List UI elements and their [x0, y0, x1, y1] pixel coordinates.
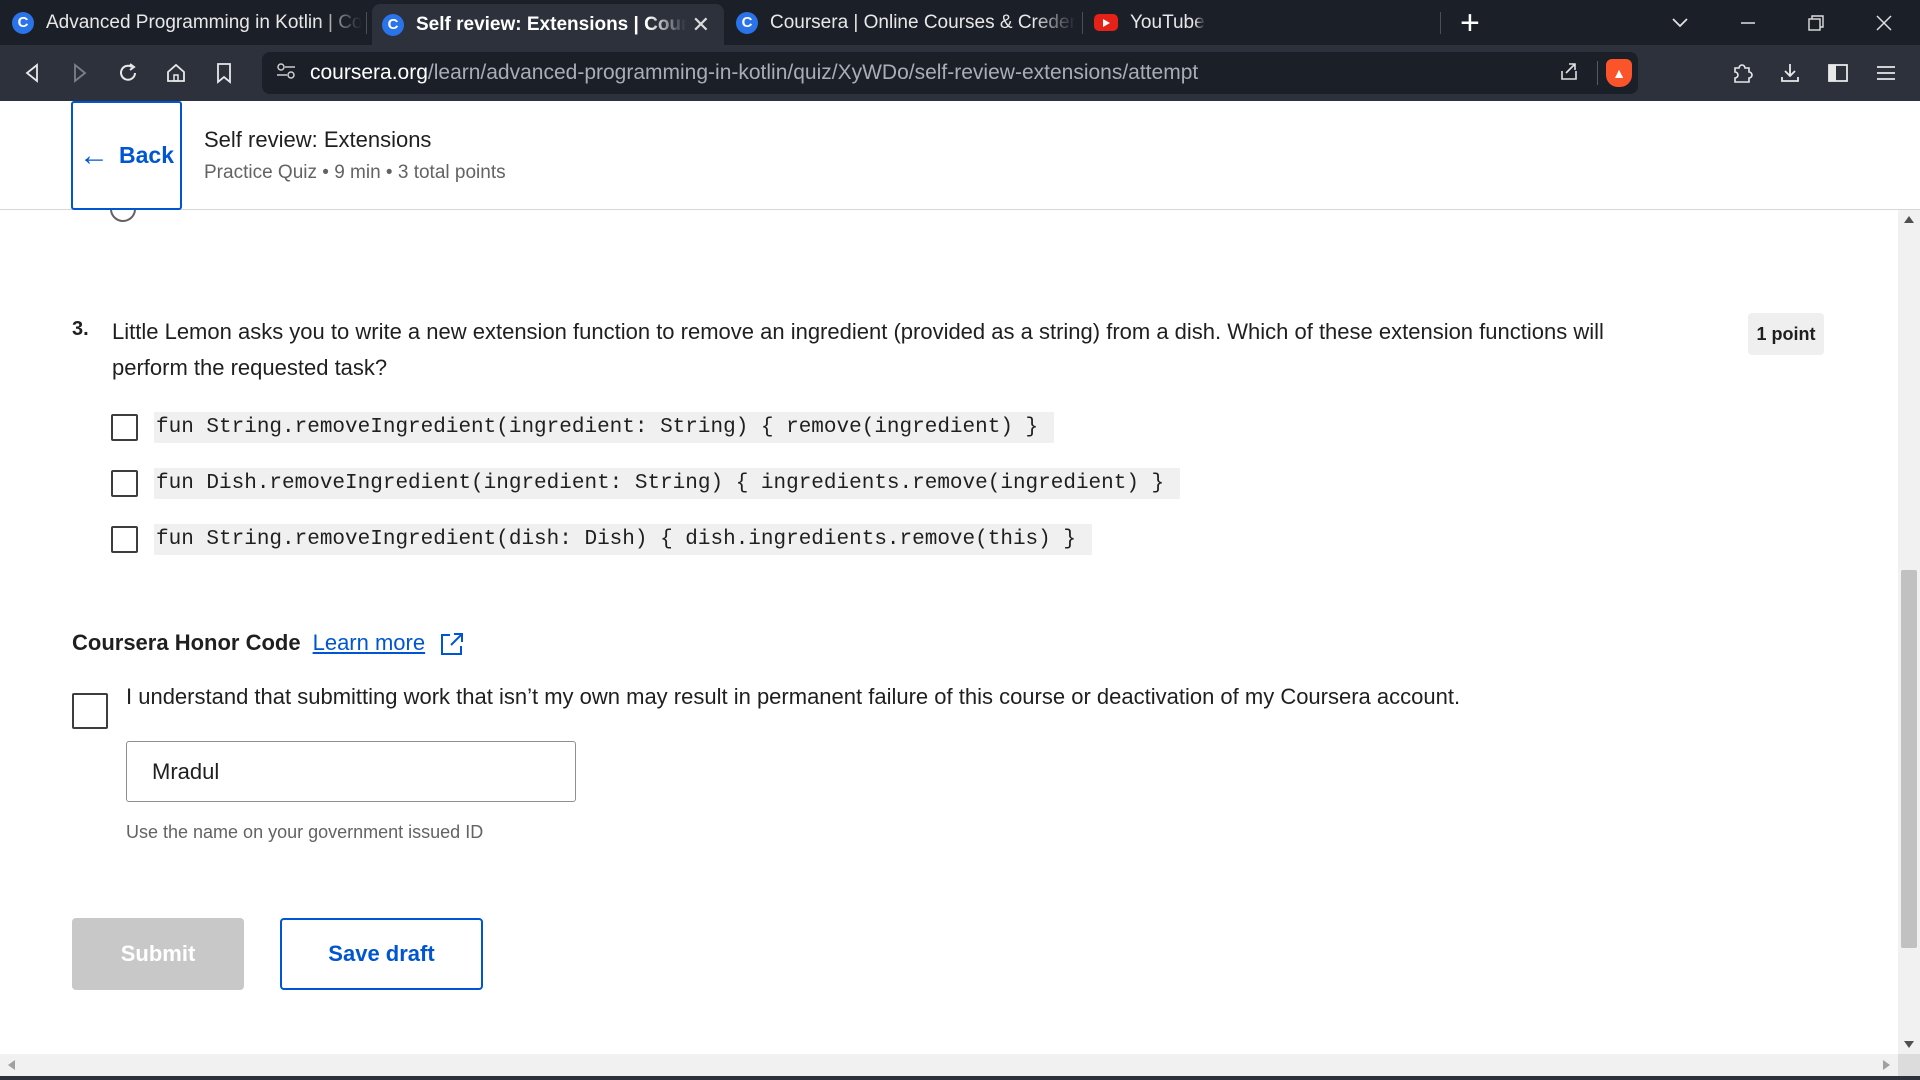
bookmark-button[interactable] — [206, 55, 242, 91]
url-domain: coursera.org — [310, 61, 428, 84]
vertical-scrollbar[interactable] — [1898, 210, 1920, 1054]
scrollbar-thumb[interactable] — [1901, 570, 1917, 948]
arrow-left-icon: ← — [79, 138, 109, 172]
forward-arrow-icon — [74, 63, 87, 83]
back-nav-button[interactable] — [14, 55, 50, 91]
close-tab-icon[interactable]: ✕ — [692, 12, 710, 38]
new-tab-button[interactable]: + — [1460, 6, 1480, 40]
coursera-icon: C — [382, 13, 404, 36]
bookmark-icon — [217, 63, 231, 84]
tab-title: YouTube — [1130, 11, 1205, 33]
brave-shields-icon[interactable]: ▲ — [1606, 59, 1632, 87]
youtube-icon — [1094, 14, 1118, 31]
legal-name-input[interactable] — [126, 741, 576, 802]
sidebar-button[interactable] — [1820, 55, 1856, 91]
url-path: /learn/advanced-programming-in-kotlin/qu… — [427, 61, 1199, 84]
points-badge: 1 point — [1748, 313, 1824, 355]
tab-coursera-home[interactable]: C Coursera | Online Courses & Credential… — [736, 0, 1076, 45]
option-code: fun String.removeIngredient(dish: Dish) … — [154, 524, 1092, 555]
reload-button[interactable] — [110, 55, 146, 91]
back-button[interactable]: ← Back — [71, 101, 182, 210]
scroll-up-arrow-icon[interactable] — [1904, 216, 1914, 223]
tab-youtube[interactable]: YouTube — [1094, 0, 1294, 45]
close-window-button[interactable] — [1856, 0, 1912, 45]
extensions-button[interactable] — [1724, 55, 1760, 91]
page-title: Self review: Extensions — [204, 127, 432, 152]
restore-icon — [1808, 14, 1824, 31]
address-bar[interactable]: coursera.org/learn/advanced-programming-… — [262, 52, 1638, 94]
tab-title: Self review: Extensions | Coursera — [416, 13, 686, 35]
option-checkbox[interactable] — [111, 526, 138, 553]
option-checkbox[interactable] — [111, 414, 138, 441]
coursera-icon: C — [12, 11, 34, 34]
scroll-right-arrow-icon[interactable] — [1883, 1060, 1890, 1070]
downloads-button[interactable] — [1772, 55, 1808, 91]
tab-separator — [366, 12, 367, 34]
honor-code-title: Coursera Honor Code — [72, 630, 301, 655]
back-arrow-icon — [25, 63, 38, 83]
question-text: Little Lemon asks you to write a new ext… — [112, 319, 1604, 380]
quiz-header: ← Back Self review: Extensions Practice … — [0, 101, 1920, 210]
back-label: Back — [119, 142, 174, 168]
address-bar-divider — [1597, 61, 1598, 85]
save-draft-button[interactable]: Save draft — [280, 918, 483, 990]
honor-code-heading: Coursera Honor Code Learn more — [72, 630, 464, 656]
answer-option-2[interactable]: fun Dish.removeIngredient(ingredient: St… — [111, 468, 1181, 499]
coursera-icon: C — [736, 11, 758, 34]
browser-tab-strip: C Advanced Programming in Kotlin | Cours… — [0, 0, 1920, 45]
share-icon[interactable] — [1558, 60, 1580, 88]
scroll-down-arrow-icon[interactable] — [1904, 1041, 1914, 1048]
honor-code-statement: I understand that submitting work that i… — [126, 684, 1461, 709]
external-link-icon[interactable] — [439, 631, 464, 655]
tab-separator — [1082, 12, 1083, 34]
restore-button[interactable] — [1788, 0, 1844, 45]
learn-more-link[interactable]: Learn more — [313, 630, 426, 656]
site-settings-icon[interactable] — [276, 62, 298, 84]
honor-code-checkbox[interactable] — [72, 693, 108, 729]
tab-list-button[interactable] — [1652, 0, 1708, 45]
previous-question-radio[interactable] — [110, 210, 136, 222]
tab-title: Advanced Programming in Kotlin | Courser… — [46, 11, 362, 33]
sidebar-icon — [1828, 64, 1848, 82]
window-bottom-edge — [0, 1076, 1920, 1080]
quiz-content: 3. Little Lemon asks you to write a new … — [0, 210, 1898, 1054]
puzzle-icon — [1734, 64, 1753, 83]
download-icon — [1781, 64, 1799, 82]
close-icon — [1876, 14, 1892, 31]
answer-option-3[interactable]: fun String.removeIngredient(dish: Dish) … — [111, 524, 1092, 555]
forward-nav-button[interactable] — [62, 55, 98, 91]
horizontal-scrollbar[interactable] — [0, 1054, 1898, 1076]
option-checkbox[interactable] — [111, 470, 138, 497]
chevron-down-icon — [1672, 17, 1688, 27]
menu-button[interactable] — [1868, 55, 1904, 91]
tab-title: Coursera | Online Courses & Credentials — [770, 11, 1076, 33]
minimize-button[interactable] — [1720, 0, 1776, 45]
option-code: fun String.removeIngredient(ingredient: … — [154, 412, 1055, 443]
tab-separator — [1440, 12, 1441, 34]
option-code: fun Dish.removeIngredient(ingredient: St… — [154, 468, 1181, 499]
url-text: coursera.org/learn/advanced-programming-… — [310, 61, 1198, 85]
home-button[interactable] — [158, 55, 194, 91]
quiz-meta: Practice Quiz • 9 min • 3 total points — [204, 162, 506, 183]
scrollbar-corner — [1898, 1054, 1920, 1076]
question-number: 3. — [72, 318, 89, 340]
tab-self-review[interactable]: C Self review: Extensions | Coursera ✕ — [372, 4, 724, 45]
home-icon — [167, 63, 185, 82]
minimize-icon — [1741, 21, 1755, 24]
reload-icon — [120, 63, 136, 81]
scroll-left-arrow-icon[interactable] — [8, 1060, 15, 1070]
browser-toolbar: coursera.org/learn/advanced-programming-… — [0, 45, 1920, 101]
answer-option-1[interactable]: fun String.removeIngredient(ingredient: … — [111, 412, 1055, 443]
legal-name-help: Use the name on your government issued I… — [126, 822, 484, 842]
tab-advanced-programming[interactable]: C Advanced Programming in Kotlin | Cours… — [12, 0, 362, 45]
submit-button[interactable]: Submit — [72, 918, 244, 990]
hamburger-menu-icon — [1877, 66, 1895, 80]
